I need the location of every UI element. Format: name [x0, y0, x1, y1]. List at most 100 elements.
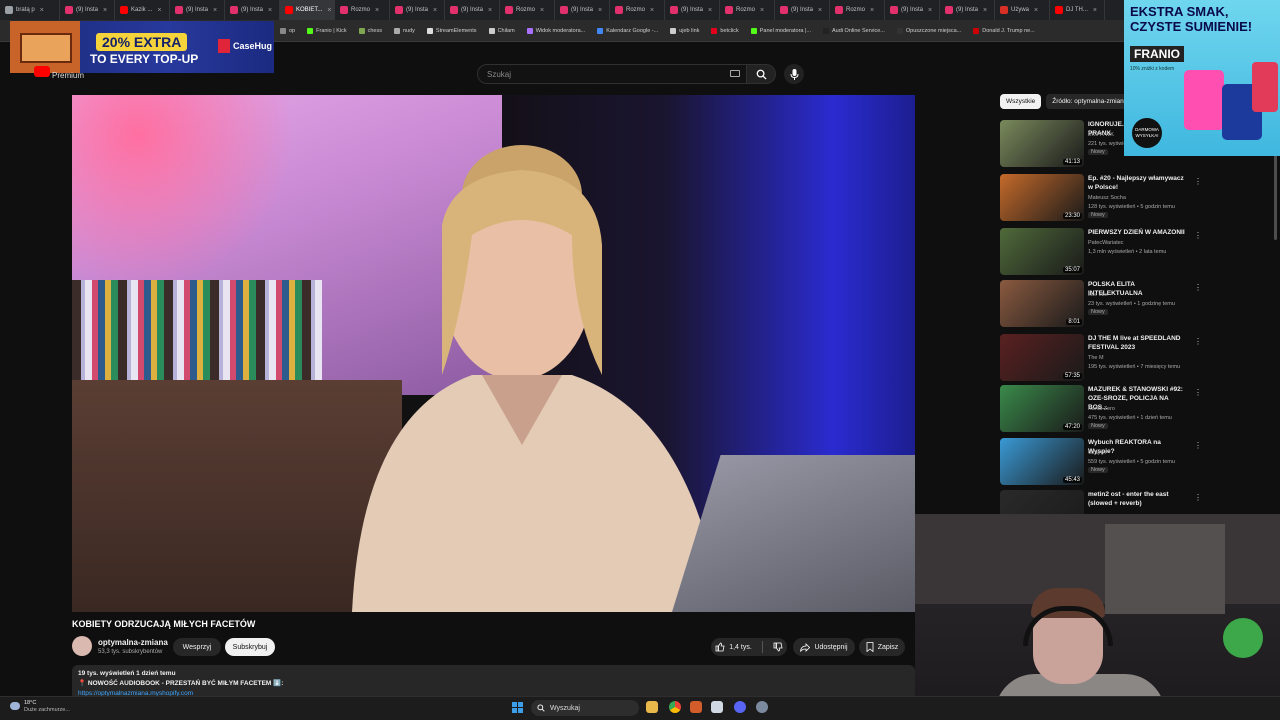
- tab-close-icon[interactable]: ×: [540, 7, 544, 14]
- video-thumbnail[interactable]: 41:13: [1000, 120, 1084, 167]
- recommended-video[interactable]: 8:01 POLSKA ELITA INTELEKTUALNA ebe ebe 23 …: [1000, 280, 1202, 330]
- taskbar-search[interactable]: Wyszukaj: [531, 700, 639, 716]
- tab-close-icon[interactable]: ×: [375, 7, 379, 14]
- browser-tab[interactable]: (9) Insta ×: [555, 0, 610, 20]
- file-explorer-icon[interactable]: [646, 701, 658, 713]
- tab-close-icon[interactable]: ×: [598, 7, 602, 14]
- tab-close-icon[interactable]: ×: [213, 7, 217, 14]
- video-thumbnail[interactable]: 47:20: [1000, 385, 1084, 432]
- browser-tab[interactable]: Rozmo ×: [610, 0, 665, 20]
- browser-tab[interactable]: (9) Insta ×: [445, 0, 500, 20]
- browser-tab[interactable]: (9) Insta ×: [775, 0, 830, 20]
- tab-close-icon[interactable]: ×: [157, 7, 161, 14]
- recommended-video[interactable]: 47:20 MAZUREK & STANOWSKI #92: OZE-SROZE,…: [1000, 385, 1202, 435]
- video-thumbnail[interactable]: 35:07: [1000, 228, 1084, 275]
- discord-icon[interactable]: [734, 701, 746, 713]
- tab-close-icon[interactable]: ×: [870, 7, 874, 14]
- recommended-video[interactable]: 45:43 Wybuch REAKTORA na Wyspie? Czajnik 55…: [1000, 438, 1202, 488]
- browser-tab[interactable]: (9) Insta ×: [225, 0, 280, 20]
- notepad-icon[interactable]: [711, 701, 723, 713]
- channel-name[interactable]: The M: [1088, 354, 1198, 362]
- video-title[interactable]: metin2 ost - enter the east (slowed + re…: [1088, 490, 1188, 508]
- channel-name[interactable]: Czajnik: [1088, 449, 1198, 457]
- bookmark-item[interactable]: Donald J. Trump ne...: [967, 27, 1041, 34]
- video-thumbnail[interactable]: 23:30: [1000, 174, 1084, 221]
- voice-search-button[interactable]: [784, 64, 804, 84]
- video-description[interactable]: 19 tys. wyświetleń 1 dzień temu 📍 NOWOŚĆ…: [72, 665, 915, 700]
- tab-close-icon[interactable]: ×: [928, 7, 932, 14]
- app-icon[interactable]: [690, 701, 702, 713]
- video-player[interactable]: [72, 95, 915, 612]
- browser-tab[interactable]: KOBIET... ×: [280, 0, 335, 20]
- save-button[interactable]: Zapisz: [859, 638, 905, 656]
- video-thumbnail[interactable]: 45:43: [1000, 438, 1084, 485]
- channel-avatar[interactable]: [72, 636, 92, 656]
- tab-close-icon[interactable]: ×: [433, 7, 437, 14]
- chip-all[interactable]: Wszystkie: [1000, 94, 1042, 109]
- browser-tab[interactable]: (9) Insta ×: [665, 0, 720, 20]
- tab-close-icon[interactable]: ×: [268, 7, 272, 14]
- video-thumbnail[interactable]: 57:35: [1000, 334, 1084, 381]
- tab-close-icon[interactable]: ×: [40, 7, 44, 14]
- more-options-icon[interactable]: ⋮: [1194, 388, 1202, 397]
- more-options-icon[interactable]: ⋮: [1194, 337, 1202, 346]
- browser-tab[interactable]: Rozmo ×: [720, 0, 775, 20]
- video-title[interactable]: PIERWSZY DZIEŃ W AMAZONII: [1088, 228, 1188, 237]
- channel-name[interactable]: PatecWariatec: [1088, 239, 1198, 247]
- bookmark-item[interactable]: Panel moderatora |...: [745, 27, 817, 34]
- browser-tab[interactable]: (9) Insta ×: [170, 0, 225, 20]
- browser-tab[interactable]: DJ TH... ×: [1050, 0, 1105, 20]
- bookmark-item[interactable]: Widok moderatora...: [521, 27, 592, 34]
- share-button[interactable]: Udostępnij: [793, 638, 855, 656]
- search-button[interactable]: [746, 64, 776, 84]
- chip-source[interactable]: Źródło: optymalna-zmiana: [1046, 94, 1134, 109]
- keyboard-icon[interactable]: [730, 70, 740, 77]
- browser-tab[interactable]: Rozmo ×: [830, 0, 885, 20]
- browser-tab[interactable]: Rozmo ×: [335, 0, 390, 20]
- tab-close-icon[interactable]: ×: [708, 7, 712, 14]
- browser-tab[interactable]: bratą p ×: [0, 0, 60, 20]
- tab-close-icon[interactable]: ×: [103, 7, 107, 14]
- video-thumbnail[interactable]: 8:01: [1000, 280, 1084, 327]
- bookmark-item[interactable]: betclick: [705, 27, 744, 34]
- bookmark-item[interactable]: chess: [353, 27, 388, 34]
- search-input[interactable]: Szukaj: [477, 64, 749, 84]
- channel-name[interactable]: optymalna-zmiana: [98, 638, 168, 647]
- bookmark-item[interactable]: ujeb link: [664, 27, 705, 34]
- browser-tab[interactable]: (9) Insta ×: [885, 0, 940, 20]
- tab-close-icon[interactable]: ×: [1093, 7, 1097, 14]
- settings-icon[interactable]: [756, 701, 768, 713]
- recommended-video[interactable]: 23:30 Ep. #20 - Najlepszy włamywacz w Pol…: [1000, 174, 1202, 224]
- browser-tab[interactable]: (9) Insta ×: [390, 0, 445, 20]
- bookmark-item[interactable]: StreamElements: [421, 27, 483, 34]
- recommended-video[interactable]: 57:35 DJ THE M live at SPEEDLAND FESTIVAL…: [1000, 334, 1202, 384]
- tab-close-icon[interactable]: ×: [760, 7, 764, 14]
- channel-name[interactable]: Kanał Zero: [1088, 405, 1198, 413]
- thumbs-down-icon[interactable]: [773, 642, 783, 652]
- more-options-icon[interactable]: ⋮: [1194, 283, 1202, 292]
- channel-name[interactable]: ebe ebe: [1088, 291, 1198, 299]
- chrome-icon[interactable]: [669, 701, 681, 713]
- tab-close-icon[interactable]: ×: [818, 7, 822, 14]
- channel-name[interactable]: Mateusz Socha: [1088, 194, 1198, 202]
- subscribe-button[interactable]: Subskrybuj: [225, 638, 275, 656]
- more-options-icon[interactable]: ⋮: [1194, 441, 1202, 450]
- youtube-logo-icon[interactable]: [34, 66, 50, 77]
- browser-tab[interactable]: Kazik ... ×: [115, 0, 170, 20]
- tab-close-icon[interactable]: ×: [1034, 7, 1038, 14]
- bookmark-item[interactable]: Franio | Kick: [301, 27, 352, 34]
- tab-close-icon[interactable]: ×: [488, 7, 492, 14]
- browser-tab[interactable]: (9) Insta ×: [940, 0, 995, 20]
- more-options-icon[interactable]: ⋮: [1194, 177, 1202, 186]
- browser-tab[interactable]: Rozmo ×: [500, 0, 555, 20]
- windows-start-icon[interactable]: [512, 702, 523, 713]
- tab-close-icon[interactable]: ×: [983, 7, 987, 14]
- browser-tab[interactable]: (9) Insta ×: [60, 0, 115, 20]
- more-options-icon[interactable]: ⋮: [1194, 231, 1202, 240]
- recommended-video[interactable]: 35:07 PIERWSZY DZIEŃ W AMAZONII PatecWaria…: [1000, 228, 1202, 278]
- browser-tab[interactable]: Używa ×: [995, 0, 1050, 20]
- bookmark-item[interactable]: op: [274, 27, 301, 34]
- support-button[interactable]: Wesprzyj: [173, 638, 221, 656]
- thumbs-up-icon[interactable]: [715, 642, 725, 652]
- tab-close-icon[interactable]: ×: [327, 7, 331, 14]
